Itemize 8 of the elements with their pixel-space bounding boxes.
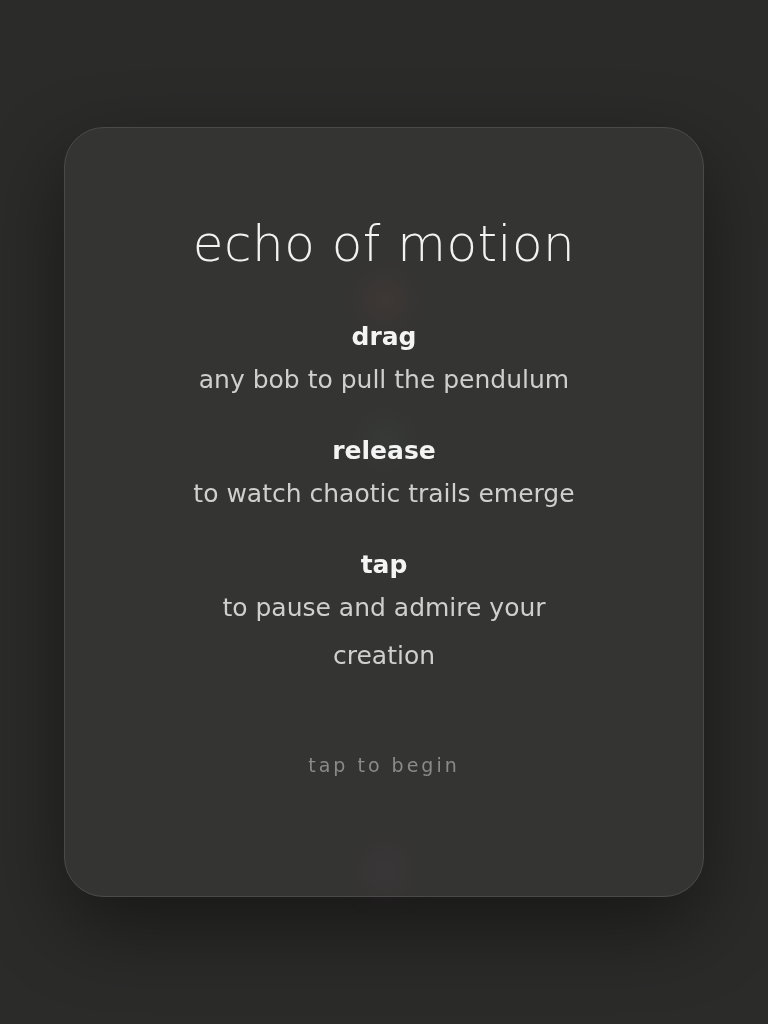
instruction-action: drag bbox=[351, 321, 417, 353]
instruction-action: tap bbox=[360, 549, 408, 581]
instruction-description: to watch chaotic trails emerge bbox=[193, 478, 575, 510]
app-title: echo of motion bbox=[192, 214, 576, 275]
instruction-action: release bbox=[332, 435, 436, 467]
start-prompt[interactable]: tap to begin bbox=[308, 754, 460, 776]
instruction-description: to pause and admire your creation bbox=[221, 592, 547, 672]
instruction-description: any bob to pull the pendulum bbox=[198, 364, 570, 396]
